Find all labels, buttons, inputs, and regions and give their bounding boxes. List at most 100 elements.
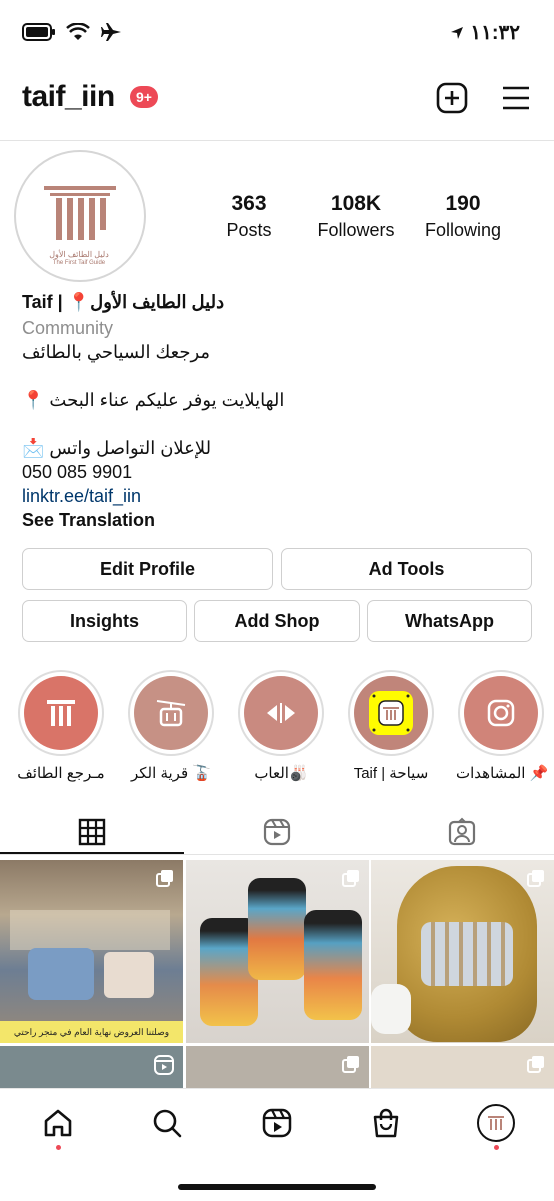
tab-reels[interactable] <box>185 812 369 852</box>
profile-name: Taif | 📍دليل الطايف الأول <box>22 292 225 312</box>
bio-line-1: مرجعك السياحي بالطائف <box>22 342 211 362</box>
avatar-subtext: The First Taif Guide <box>52 260 106 266</box>
profile-notification-dot <box>494 1145 499 1150</box>
highlight-label: قرية الكر 🚡 <box>131 765 211 782</box>
highlight-label: مـرجع الطائف <box>17 765 105 782</box>
tabs-divider <box>0 854 554 855</box>
status-time-wrap: ١١:٣٢ <box>450 20 520 45</box>
highlight-ring <box>458 670 544 756</box>
carousel-icon <box>342 1056 359 1073</box>
reels-icon <box>263 818 291 846</box>
cable-car-icon <box>156 700 186 727</box>
whatsapp-button[interactable]: WhatsApp <box>367 600 532 642</box>
post-thumbnail[interactable] <box>371 1046 554 1090</box>
header-divider <box>0 140 554 141</box>
avatar-caption: دليل الطائف الأول The First Taif Guide <box>40 250 118 268</box>
highlight-label: العاب🎳 <box>254 765 308 782</box>
reel-icon <box>154 1055 174 1075</box>
profile-username[interactable]: taif_iin <box>22 80 115 114</box>
pillar-logo-icon <box>488 1116 504 1130</box>
see-translation-link[interactable]: See Translation <box>22 510 155 531</box>
menu-button[interactable] <box>498 80 534 116</box>
snapcode-icon <box>369 691 413 735</box>
highlight-ring <box>18 670 104 756</box>
nav-reels[interactable] <box>257 1103 297 1143</box>
pillar-icon <box>47 700 75 726</box>
notification-badge: 9+ <box>130 86 158 108</box>
bio-line-2: الهايلايت يوفر عليكم عناء البحث 📍 <box>22 390 285 410</box>
shopping-bag-icon <box>373 1108 399 1138</box>
ad-tools-button[interactable]: Ad Tools <box>281 548 532 590</box>
highlight-item[interactable]: مـرجع الطائف <box>16 670 106 782</box>
highlight-ring <box>348 670 434 756</box>
nav-home[interactable] <box>38 1103 78 1143</box>
battery-icon <box>22 23 55 41</box>
tagged-person-icon <box>448 817 476 846</box>
nav-profile[interactable] <box>476 1103 516 1143</box>
highlight-cover <box>464 676 538 750</box>
highlight-ring <box>128 670 214 756</box>
highlight-label: Taif | سياحة <box>353 765 429 782</box>
nav-shop[interactable] <box>366 1103 406 1143</box>
instagram-logo-icon <box>487 699 515 727</box>
carousel-icon <box>342 870 359 887</box>
reels-icon <box>262 1108 292 1138</box>
airplane-icon <box>101 23 121 41</box>
highlight-label: المشاهدات 📌 <box>456 765 549 782</box>
tab-tagged[interactable] <box>370 812 554 852</box>
highlight-item[interactable]: Taif | سياحة <box>346 670 436 782</box>
games-icon <box>267 703 295 723</box>
carousel-icon <box>527 870 544 887</box>
status-icons <box>22 22 122 42</box>
wifi-icon <box>66 23 90 40</box>
blue-armchair <box>28 948 94 1000</box>
post-thumbnail[interactable] <box>371 860 554 1043</box>
tab-posts-grid[interactable] <box>0 812 184 852</box>
post-thumbnail[interactable] <box>0 1046 183 1090</box>
post-thumbnail[interactable] <box>186 1046 369 1090</box>
plus-square-icon <box>436 82 468 114</box>
highlight-item[interactable]: المشاهدات 📌 <box>456 670 549 782</box>
stat-following-label: Following <box>424 220 502 240</box>
store-shelves <box>10 910 170 950</box>
post-thumbnail[interactable]: وصلتنا العروض نهاية العام في متجر راحتي … <box>0 860 183 1043</box>
edit-profile-button[interactable]: Edit Profile <box>22 548 273 590</box>
highlight-item[interactable]: قرية الكر 🚡 <box>126 670 216 782</box>
stat-following[interactable]: 190 Following <box>408 192 518 241</box>
carousel-icon <box>156 870 173 887</box>
stat-posts-value: 363 <box>231 192 267 215</box>
location-arrow-icon <box>451 26 464 39</box>
nav-search[interactable] <box>147 1103 187 1143</box>
hamburger-menu-icon <box>503 86 529 110</box>
stat-followers-label: Followers <box>317 220 395 240</box>
add-shop-button[interactable]: Add Shop <box>194 600 360 642</box>
carousel-icon <box>527 1056 544 1073</box>
home-indicator <box>178 1184 376 1190</box>
stat-following-value: 190 <box>445 192 481 215</box>
search-icon <box>153 1109 182 1138</box>
highlight-ring <box>238 670 324 756</box>
stat-posts[interactable]: 363 Posts <box>194 192 304 241</box>
bio-line-3: للإعلان التواصل واتس 📩 <box>22 438 212 458</box>
stat-followers[interactable]: 108K Followers <box>301 192 411 241</box>
highlight-cover <box>134 676 208 750</box>
bio-phone: 050 085 9901 <box>22 462 133 482</box>
home-notification-dot <box>56 1145 61 1150</box>
home-icon <box>44 1109 72 1137</box>
highlight-cover <box>244 676 318 750</box>
juice-bottle <box>304 910 362 1020</box>
insights-button[interactable]: Insights <box>22 600 187 642</box>
status-time: ١١:٣٢ <box>470 22 520 44</box>
post-thumbnail[interactable] <box>186 860 369 1043</box>
create-button[interactable] <box>434 80 470 116</box>
bio-link[interactable]: linktr.ee/taif_iin <box>22 486 141 507</box>
highlight-cover <box>354 676 428 750</box>
highlight-item[interactable]: العاب🎳 <box>236 670 326 782</box>
profile-category: Community <box>22 318 114 338</box>
stat-posts-label: Posts <box>226 220 272 240</box>
gloved-hand <box>371 984 411 1034</box>
highlight-cover <box>24 676 98 750</box>
avatar-text: دليل الطائف الأول <box>49 250 109 259</box>
white-armchair <box>104 952 154 998</box>
cake-pops <box>421 922 513 986</box>
